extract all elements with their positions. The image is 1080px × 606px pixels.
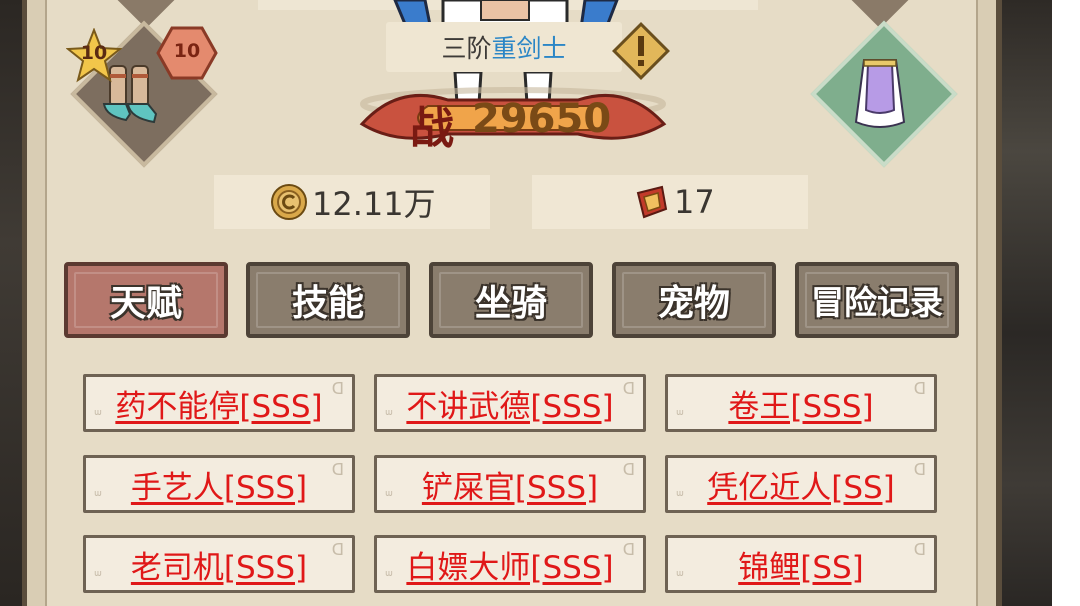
tab-adventure-log-label: 冒险记录 <box>811 283 943 322</box>
gold-amount: 12.11万 <box>312 185 436 223</box>
tab-skill-label: 技能 <box>291 283 364 324</box>
tab-pet[interactable]: 宠物 <box>612 262 776 338</box>
screen-edge <box>1052 0 1080 606</box>
talent-label: 不讲武德[SSS] <box>406 388 614 425</box>
talent-label: 铲屎官[SSS] <box>421 469 599 506</box>
talent-label: 手艺人[SSS] <box>130 469 308 506</box>
tab-adventure-log[interactable]: 冒险记录 <box>795 262 959 338</box>
combat-power-value: 29650 <box>472 96 612 142</box>
tab-skill[interactable]: 技能 <box>246 262 410 338</box>
talent-item[interactable]: ᗡ ᐜ 凭亿近人[SS] <box>665 455 937 513</box>
hero-class-title: 三阶 重剑士 <box>386 22 622 72</box>
gold-coin-icon <box>271 184 307 220</box>
tab-mount[interactable]: 坐骑 <box>429 262 593 338</box>
tab-pet-label: 宠物 <box>657 283 730 324</box>
boots-hex-level: 10 <box>173 40 201 62</box>
background-scenery-left <box>0 0 22 606</box>
tab-talent-label: 天赋 <box>109 283 182 324</box>
combat-power-label: 战 <box>410 103 454 154</box>
talent-item[interactable]: ᗡ ᐜ 老司机[SSS] <box>83 535 355 593</box>
blood-token-icon <box>636 185 668 219</box>
talent-label: 白嫖大师[SSS] <box>406 549 614 586</box>
talent-label: 药不能停[SSS] <box>115 388 323 425</box>
tab-mount-label: 坐骑 <box>474 283 547 324</box>
cape-icon <box>854 59 906 128</box>
alert-icon[interactable] <box>610 20 672 82</box>
talent-label: 锦鲤[SS] <box>738 549 864 586</box>
blood-token-amount: 17 <box>674 183 715 221</box>
blood-token-stat: 17 <box>532 175 808 229</box>
hero-rank: 三阶 <box>441 34 492 63</box>
boots-star-level: 10 <box>80 42 108 64</box>
talent-item[interactable]: ᗡ ᐜ 手艺人[SSS] <box>83 455 355 513</box>
background-scenery-right <box>1000 0 1080 606</box>
talent-label: 老司机[SSS] <box>130 549 308 586</box>
gold-stat: 12.11万 <box>214 175 490 229</box>
talent-item[interactable]: ᗡ ᐜ 药不能停[SSS] <box>83 374 355 432</box>
talent-item[interactable]: ᗡ ᐜ 锦鲤[SS] <box>665 535 937 593</box>
talent-label: 凭亿近人[SS] <box>707 469 895 506</box>
talent-item[interactable]: ᗡ ᐜ 不讲武德[SSS] <box>374 374 646 432</box>
talent-item[interactable]: ᗡ ᐜ 卷王[SSS] <box>665 374 937 432</box>
tab-talent[interactable]: 天赋 <box>64 262 228 338</box>
talent-item[interactable]: ᗡ ᐜ 白嫖大师[SSS] <box>374 535 646 593</box>
talent-label: 卷王[SSS] <box>728 388 874 425</box>
hero-class-name: 重剑士 <box>491 34 567 63</box>
talent-item[interactable]: ᗡ ᐜ 铲屎官[SSS] <box>374 455 646 513</box>
